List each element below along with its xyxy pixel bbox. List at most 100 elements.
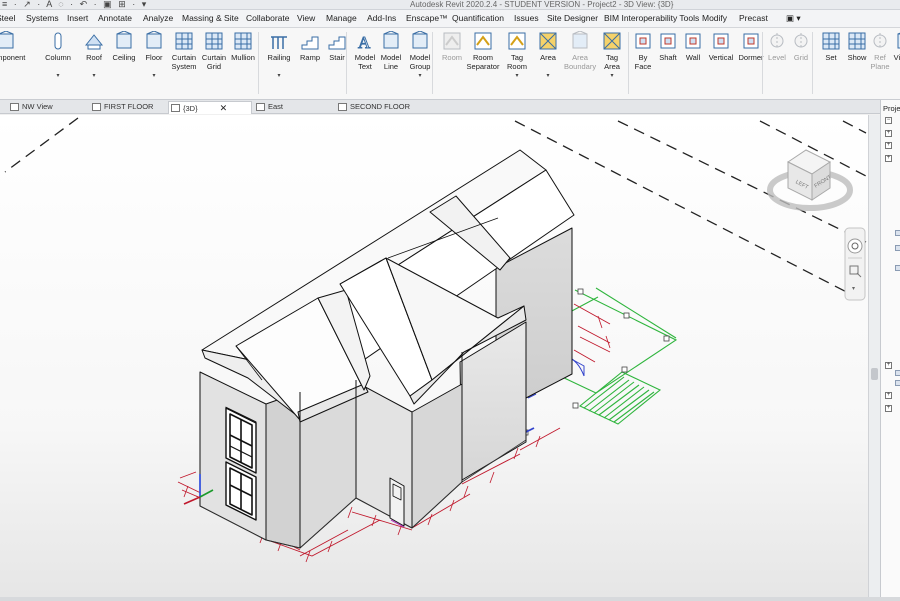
ribbon-tab-systems[interactable]: Systems xyxy=(26,13,59,23)
by-face-button[interactable]: By Face xyxy=(632,28,654,98)
show-button[interactable]: Show xyxy=(844,28,870,98)
dropdown-arrow-icon[interactable]: ▾ xyxy=(56,72,59,79)
roof-button[interactable]: Roof ▾ xyxy=(80,28,108,98)
tree-item-icon[interactable] xyxy=(895,265,900,271)
tag-room-button[interactable]: Tag Room ▾ xyxy=(502,28,532,98)
railing-label: Railing xyxy=(267,53,291,62)
steering-wheel-icon[interactable] xyxy=(847,238,863,254)
room-separator-button[interactable]: Room Separator xyxy=(466,28,500,98)
ribbon-tab-annotate[interactable]: Annotate xyxy=(98,13,132,23)
svg-text:A: A xyxy=(358,33,371,51)
tag-area-button[interactable]: Tag Area ▾ xyxy=(598,28,626,98)
tree-item-icon[interactable] xyxy=(895,245,900,251)
view-tab-label: East xyxy=(268,102,284,111)
navigation-bar[interactable]: ▾ xyxy=(844,227,866,301)
area-button[interactable]: Area ▾ xyxy=(534,28,562,98)
ribbon-tab-steel[interactable]: Steel xyxy=(0,13,15,23)
model-line-button[interactable]: Model Line xyxy=(378,28,404,98)
shaft-label: Shaft xyxy=(659,53,677,62)
svg-text:▾: ▾ xyxy=(852,286,855,292)
component-button[interactable]: Component xyxy=(0,28,26,98)
project-browser-panel[interactable]: Project Browser − + + + + + + xyxy=(880,100,900,601)
vertical-label: Vertical xyxy=(708,53,734,62)
area-boundary-label: Area Boundary xyxy=(564,53,597,71)
set-button[interactable]: Set xyxy=(820,28,842,98)
ribbon-tab-add-ins[interactable]: Add-Ins xyxy=(367,13,396,23)
tree-expand-icon[interactable]: + xyxy=(885,130,892,137)
ribbon-tab-quantification[interactable]: Quantification xyxy=(452,13,504,23)
tree-expand-icon[interactable]: + xyxy=(885,155,892,162)
ribbon-tab-precast[interactable]: Precast xyxy=(739,13,768,23)
scrollbar-thumb[interactable] xyxy=(871,368,878,380)
model-group-button[interactable]: Model Group ▾ xyxy=(406,28,434,98)
floor-button[interactable]: Floor ▾ xyxy=(140,28,168,98)
ramp-button[interactable]: Ramp xyxy=(297,28,323,98)
model-line-label: Model Line xyxy=(380,53,402,71)
ribbon-tab-modify[interactable]: Modify xyxy=(702,13,727,23)
tree-item-icon[interactable] xyxy=(895,230,900,236)
level-button[interactable]: Level xyxy=(766,28,788,98)
ribbon-separator xyxy=(346,32,347,94)
ribbon-tab-massing-site[interactable]: Massing & Site xyxy=(182,13,239,23)
dropdown-arrow-icon[interactable]: ▾ xyxy=(546,72,549,79)
ribbon-tab-bim-interoperability-tools[interactable]: BIM Interoperability Tools xyxy=(604,13,699,23)
elevation-view-icon xyxy=(256,103,265,111)
railing-button[interactable]: Railing ▾ xyxy=(264,28,294,98)
room-button[interactable]: Room xyxy=(438,28,466,98)
mullion-button[interactable]: Mullion xyxy=(228,28,258,98)
dropdown-arrow-icon[interactable]: ▾ xyxy=(277,72,280,79)
ribbon-tab-manage[interactable]: Manage xyxy=(326,13,357,23)
ramp-label: Ramp xyxy=(299,53,320,62)
ribbon-tab-collaborate[interactable]: Collaborate xyxy=(246,13,289,23)
view-tab-second-floor[interactable]: SECOND FLOOR xyxy=(336,101,446,114)
curtain-system-button[interactable]: Curtain System xyxy=(170,28,198,98)
level-label: Level xyxy=(768,53,786,62)
tree-item-icon[interactable] xyxy=(895,370,900,376)
dropdown-arrow-icon[interactable]: ▾ xyxy=(418,72,421,79)
view-tab-first-floor[interactable]: FIRST FLOOR xyxy=(90,101,164,114)
ref-plane-button[interactable]: Ref Plane xyxy=(868,28,892,98)
ribbon-separator xyxy=(628,32,629,94)
shaft-button[interactable]: Shaft xyxy=(656,28,680,98)
view-tab-3d[interactable]: {3D} ✕ xyxy=(168,101,252,114)
model-text-button[interactable]: A Model Text xyxy=(352,28,378,98)
ribbon-tab-insert[interactable]: Insert xyxy=(67,13,88,23)
view-tab-nw-view[interactable]: NW View xyxy=(8,101,86,114)
quick-access-toolbar[interactable]: ≡ · ↗ · A ◌ · ↶ · ▣ ⊞ · ▾ xyxy=(2,0,148,10)
tree-expand-icon[interactable]: + xyxy=(885,392,892,399)
dropdown-arrow-icon[interactable]: ▾ xyxy=(515,72,518,79)
canvas-vertical-scrollbar[interactable] xyxy=(868,115,880,597)
curtain-grid-button[interactable]: Curtain Grid xyxy=(200,28,228,98)
ceiling-button[interactable]: Ceiling xyxy=(110,28,138,98)
tree-expand-icon[interactable]: − xyxy=(885,117,892,124)
wall-button[interactable]: Wall xyxy=(681,28,705,98)
view-tab-east[interactable]: East xyxy=(254,101,330,114)
tree-expand-icon[interactable]: + xyxy=(885,362,892,369)
ribbon-tab-[interactable]: ▣ ▾ xyxy=(786,13,801,24)
vertical-button[interactable]: Vertical xyxy=(706,28,736,98)
house-model[interactable] xyxy=(199,149,575,549)
grid-button[interactable]: Grid xyxy=(790,28,812,98)
dropdown-arrow-icon[interactable]: ▾ xyxy=(92,72,95,79)
ribbon-tab-analyze[interactable]: Analyze xyxy=(143,13,173,23)
drawing-canvas-3d[interactable]: LEFT FRONT ▾ xyxy=(0,115,868,597)
dropdown-arrow-icon[interactable]: ▾ xyxy=(610,72,613,79)
ribbon-tab-view[interactable]: View xyxy=(297,13,315,23)
close-icon[interactable]: ✕ xyxy=(220,103,228,113)
ribbon-separator xyxy=(762,32,763,94)
ribbon-tab-site-designer[interactable]: Site Designer xyxy=(547,13,598,23)
ribbon-tab-enscape[interactable]: Enscape™ xyxy=(406,13,448,23)
set-label: Set xyxy=(825,53,837,62)
tree-item-icon[interactable] xyxy=(895,380,900,386)
ribbon-tab-issues[interactable]: Issues xyxy=(514,13,539,23)
tree-expand-icon[interactable]: + xyxy=(885,142,892,149)
tree-expand-icon[interactable]: + xyxy=(885,405,892,412)
revit-window: ≡ · ↗ · A ◌ · ↶ · ▣ ⊞ · ▾ Autodesk Revit… xyxy=(0,0,900,601)
column-button[interactable]: Column ▾ xyxy=(40,28,76,98)
3d-model-view[interactable]: LEFT FRONT ▾ xyxy=(0,115,868,597)
viewcube[interactable]: LEFT FRONT xyxy=(767,149,853,211)
viewer-button[interactable]: Viewer xyxy=(892,28,900,98)
area-boundary-button[interactable]: Area Boundary xyxy=(564,28,596,98)
front-door[interactable] xyxy=(389,477,405,528)
dropdown-arrow-icon[interactable]: ▾ xyxy=(152,72,155,79)
